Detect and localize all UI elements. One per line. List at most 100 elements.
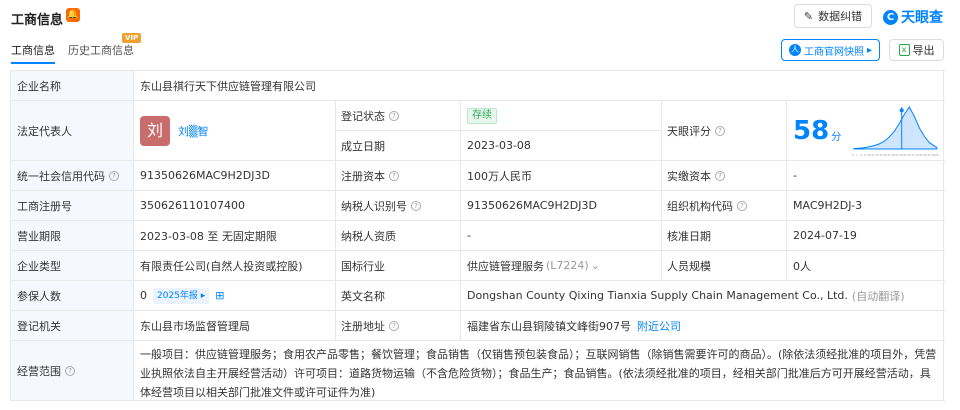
tianyancha-logo: C 天眼查 bbox=[883, 7, 943, 27]
authority-label: 登记机关 bbox=[11, 311, 134, 340]
legal-rep-link[interactable]: 刘▒智 bbox=[178, 123, 208, 139]
company-name: 东山县祺行天下供应链管理有限公司 bbox=[134, 71, 944, 100]
paid-capital-label: 实缴资本? bbox=[662, 161, 787, 190]
org-code-label: 组织机构代码? bbox=[662, 191, 787, 220]
help-icon[interactable]: ? bbox=[715, 170, 725, 181]
help-icon[interactable]: ? bbox=[389, 170, 399, 181]
chart-icon[interactable]: ⊞ bbox=[215, 289, 224, 302]
paid-capital: - bbox=[787, 161, 944, 190]
table-row: 统一社会信用代码? 91350626MAC9H2DJ3D 注册资本? 100万人… bbox=[11, 161, 945, 191]
reg-capital: 100万人民币 bbox=[461, 161, 662, 190]
found-date-label: 成立日期 bbox=[336, 131, 461, 160]
org-code: MAC9H2DJ-3 bbox=[787, 191, 944, 220]
tick-label: 100 bbox=[935, 153, 939, 157]
reg-capital-label: 注册资本? bbox=[336, 161, 461, 190]
table-row: 企业名称 东山县祺行天下供应链管理有限公司 bbox=[11, 71, 945, 101]
reg-no-label: 工商注册号 bbox=[11, 191, 134, 220]
score-cell[interactable]: 58 分 0 1 6 11 16 21 26 31 36 41 46 51 56 61 66 71 76 81 86… bbox=[787, 101, 944, 160]
table-row: 经营范围? 一般项目：供应链管理服务；食用农产品零售；餐饮管理；食品销售（仅销售… bbox=[11, 341, 945, 401]
help-icon[interactable]: ? bbox=[389, 110, 399, 121]
logo-icon: C bbox=[883, 9, 898, 25]
tick-label: 6 bbox=[860, 153, 862, 157]
legal-rep-cell: 刘 刘▒智 bbox=[134, 101, 336, 160]
type-label: 企业类型 bbox=[11, 251, 134, 280]
reg-status-label: 登记状态? bbox=[336, 101, 461, 130]
tick-label: 0 bbox=[852, 153, 854, 157]
en-name-cell: Dongshan County Qixing Tianxia Supply Ch… bbox=[461, 281, 944, 310]
insured-label: 参保人数 bbox=[11, 281, 134, 310]
edit-icon: ✎ bbox=[803, 9, 814, 23]
staff-label: 人员规模 bbox=[662, 251, 787, 280]
score-marker-point bbox=[899, 108, 904, 113]
bell-icon[interactable]: 🔔 bbox=[66, 8, 80, 22]
industry-code: (L7224) bbox=[546, 259, 589, 272]
data-correction-button[interactable]: ✎ 数据纠错 bbox=[794, 4, 872, 28]
staff: 0人 bbox=[787, 251, 944, 280]
excel-icon: x bbox=[898, 44, 910, 56]
export-button[interactable]: x 导出 bbox=[889, 39, 944, 61]
help-icon[interactable]: ? bbox=[65, 365, 75, 376]
status-group: 登记状态? 存续 成立日期 2023-03-08 bbox=[336, 101, 662, 160]
credit-code: 91350626MAC9H2DJ3D bbox=[134, 161, 336, 190]
data-correction-label: 数据纠错 bbox=[818, 10, 863, 23]
help-icon[interactable]: ? bbox=[109, 170, 119, 181]
taxpayer-id: 91350626MAC9H2DJ3D bbox=[461, 191, 662, 220]
business-scope: 一般项目：供应链管理服务；食用农产品零售；餐饮管理；食品销售（仅销售预包装食品）… bbox=[134, 341, 944, 400]
reg-no: 350626110107400 bbox=[134, 191, 336, 220]
official-snapshot-button[interactable]: 人 工商官网快照 ▸ bbox=[781, 39, 880, 61]
score-label: 天眼评分? bbox=[662, 101, 787, 160]
status-badge: 存续 bbox=[467, 107, 497, 124]
company-name-label: 企业名称 bbox=[11, 71, 134, 100]
address-cell: 福建省东山县铜陵镇文峰街907号 附近公司 bbox=[461, 311, 944, 340]
approve-date: 2024-07-19 bbox=[787, 221, 944, 250]
en-name-label: 英文名称 bbox=[336, 281, 461, 310]
table-row: 法定代表人 刘 刘▒智 登记状态? 存续 成立日期 2023-03-08 天眼评… bbox=[11, 101, 945, 161]
insured-count: 0 bbox=[140, 289, 147, 302]
taxpayer-id-label: 纳税人识别号? bbox=[336, 191, 461, 220]
table-row: 参保人数 0 2025年报 ▸ ⊞ 英文名称 Dongshan County Q… bbox=[11, 281, 945, 311]
industry[interactable]: 供应链管理服务 (L7224) ⌄ bbox=[461, 251, 662, 280]
address: 福建省东山县铜陵镇文峰街907号 bbox=[467, 319, 631, 333]
insured-cell: 0 2025年报 ▸ ⊞ bbox=[134, 281, 336, 310]
scope-label: 经营范围? bbox=[11, 341, 134, 400]
help-icon[interactable]: ? bbox=[715, 125, 725, 136]
legal-rep-label: 法定代表人 bbox=[11, 101, 134, 160]
help-icon[interactable]: ? bbox=[737, 200, 747, 211]
address-label: 注册地址? bbox=[336, 311, 461, 340]
user-icon: 人 bbox=[788, 44, 801, 56]
tab-business-info[interactable]: 工商信息 bbox=[11, 42, 55, 64]
score-distribution-chart: 0 1 6 11 16 21 26 31 36 41 46 51 56 61 66 71 76 81 86 91 96 1… bbox=[852, 106, 939, 157]
found-date: 2023-03-08 bbox=[461, 131, 662, 160]
vip-badge: VIP bbox=[122, 33, 142, 43]
table-row: 登记机关 东山县市场监督管理局 注册地址? 福建省东山县铜陵镇文峰街907号 附… bbox=[11, 311, 945, 341]
table-row: 营业期限 2023-03-08 至 无固定期限 纳税人资质 - 核准日期 202… bbox=[11, 221, 945, 251]
approve-date-label: 核准日期 bbox=[662, 221, 787, 250]
taxpayer-qual: - bbox=[461, 221, 662, 250]
nearby-companies-link[interactable]: 附近公司 bbox=[637, 318, 681, 334]
tick-label: 1 bbox=[856, 153, 858, 157]
distribution-area bbox=[853, 106, 938, 150]
authority: 东山县市场监督管理局 bbox=[134, 311, 336, 340]
page-header: 工商信息 🔔 ✎ 数据纠错 C 天眼查 bbox=[0, 0, 960, 36]
section-title: 工商信息 bbox=[11, 13, 64, 28]
help-icon[interactable]: ? bbox=[411, 200, 421, 211]
credit-code-label: 统一社会信用代码? bbox=[11, 161, 134, 190]
score-unit: 分 bbox=[831, 132, 842, 143]
help-icon[interactable]: ? bbox=[389, 320, 399, 331]
auto-translate-note: (自动翻译) bbox=[851, 289, 905, 303]
taxpayer-qual-label: 纳税人资质 bbox=[336, 221, 461, 250]
industry-label: 国标行业 bbox=[336, 251, 461, 280]
chevron-down-icon: ⌄ bbox=[590, 259, 600, 272]
chevron-right-icon: ▸ bbox=[866, 44, 873, 56]
company-type: 有限责任公司(自然人投资或控股) bbox=[134, 251, 336, 280]
term-label: 营业期限 bbox=[11, 221, 134, 250]
score-value: 58 bbox=[793, 115, 830, 146]
term: 2023-03-08 至 无固定期限 bbox=[134, 221, 336, 250]
table-row: 企业类型 有限责任公司(自然人投资或控股) 国标行业 供应链管理服务 (L722… bbox=[11, 251, 945, 281]
avatar: 刘 bbox=[140, 115, 170, 146]
en-name: Dongshan County Qixing Tianxia Supply Ch… bbox=[467, 289, 848, 302]
annual-report-tag[interactable]: 2025年报 ▸ bbox=[153, 287, 210, 304]
business-info-table: 企业名称 东山县祺行天下供应链管理有限公司 法定代表人 刘 刘▒智 登记状态? … bbox=[10, 70, 945, 401]
tab-history-business-info[interactable]: 历史工商信息 bbox=[68, 42, 134, 58]
table-row: 工商注册号 350626110107400 纳税人识别号? 91350626MA… bbox=[11, 191, 945, 221]
